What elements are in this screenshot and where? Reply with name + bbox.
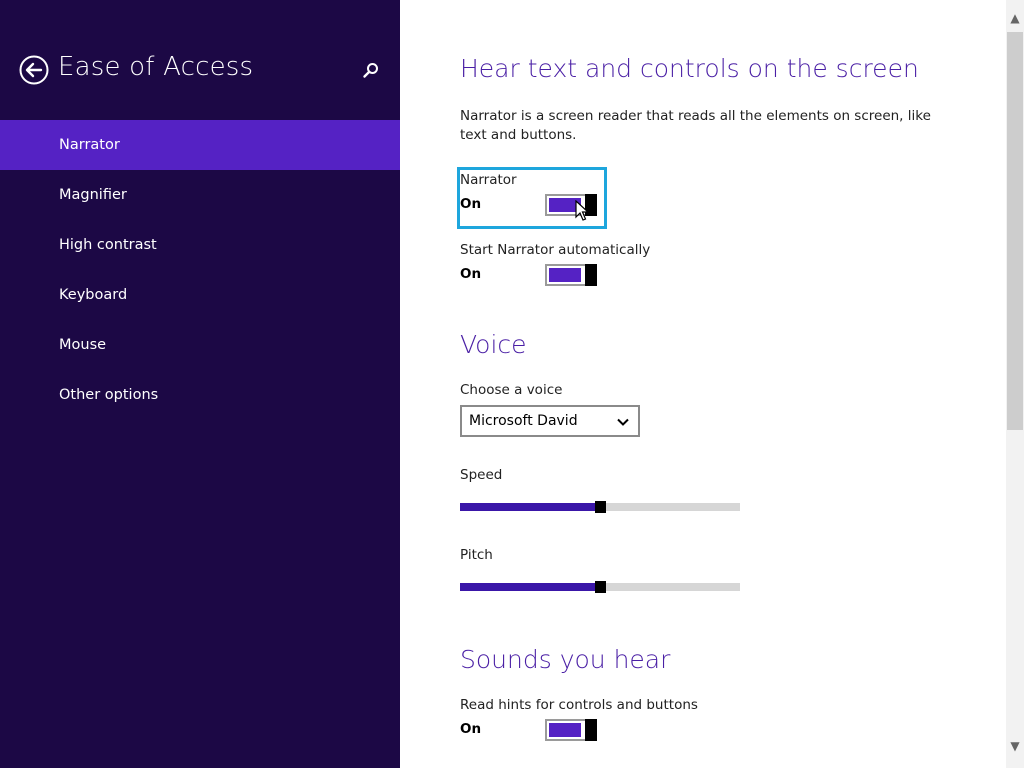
scroll-up-icon[interactable]: ▲: [1006, 8, 1024, 28]
speed-label: Speed: [460, 467, 503, 483]
back-arrow-icon[interactable]: [19, 55, 49, 85]
section-heading-hear-text: Hear text and controls on the screen: [460, 54, 919, 83]
narrator-toggle[interactable]: [545, 194, 597, 216]
sidebar-item-narrator[interactable]: Narrator: [0, 120, 400, 170]
auto-start-toggle-label: Start Narrator automatically: [460, 242, 651, 258]
voice-select[interactable]: Microsoft David: [460, 405, 640, 437]
slider-thumb[interactable]: [595, 501, 606, 513]
sidebar: Ease of Access Narrator Magnifier High c…: [0, 0, 400, 768]
sidebar-nav: Narrator Magnifier High contrast Keyboar…: [0, 120, 400, 420]
scrollbar-thumb[interactable]: [1007, 32, 1023, 430]
section-heading-voice: Voice: [460, 330, 527, 359]
chevron-down-icon: [616, 415, 630, 429]
search-icon[interactable]: [360, 60, 382, 82]
sidebar-item-mouse[interactable]: Mouse: [0, 320, 400, 370]
pitch-label: Pitch: [460, 547, 493, 563]
slider-fill: [460, 583, 600, 591]
narrator-toggle-state: On: [460, 196, 482, 212]
sidebar-item-magnifier[interactable]: Magnifier: [0, 170, 400, 220]
hints-toggle-label: Read hints for controls and buttons: [460, 697, 698, 713]
narrator-toggle-label: Narrator: [460, 172, 517, 188]
hints-toggle[interactable]: [545, 719, 597, 741]
scroll-down-icon[interactable]: ▼: [1006, 736, 1024, 756]
toggle-knob: [585, 264, 597, 286]
main-content: Hear text and controls on the screen Nar…: [400, 0, 1006, 768]
slider-fill: [460, 503, 600, 511]
auto-start-toggle-state: On: [460, 266, 482, 282]
vertical-scrollbar[interactable]: ▲ ▼: [1006, 0, 1024, 768]
voice-select-label: Choose a voice: [460, 382, 563, 398]
toggle-fill: [549, 268, 581, 282]
hints-toggle-state: On: [460, 721, 482, 737]
page-title: Ease of Access: [58, 52, 254, 82]
slider-thumb[interactable]: [595, 581, 606, 593]
voice-select-value: Microsoft David: [469, 413, 578, 429]
speed-slider[interactable]: [460, 501, 740, 513]
mouse-cursor-icon: [575, 199, 590, 222]
toggle-fill: [549, 723, 581, 737]
sidebar-item-high-contrast[interactable]: High contrast: [0, 220, 400, 270]
narrator-description: Narrator is a screen reader that reads a…: [460, 108, 931, 143]
sidebar-item-other-options[interactable]: Other options: [0, 370, 400, 420]
auto-start-toggle[interactable]: [545, 264, 597, 286]
toggle-knob: [585, 719, 597, 741]
pitch-slider[interactable]: [460, 581, 740, 593]
section-heading-sounds: Sounds you hear: [460, 645, 671, 674]
sidebar-item-keyboard[interactable]: Keyboard: [0, 270, 400, 320]
